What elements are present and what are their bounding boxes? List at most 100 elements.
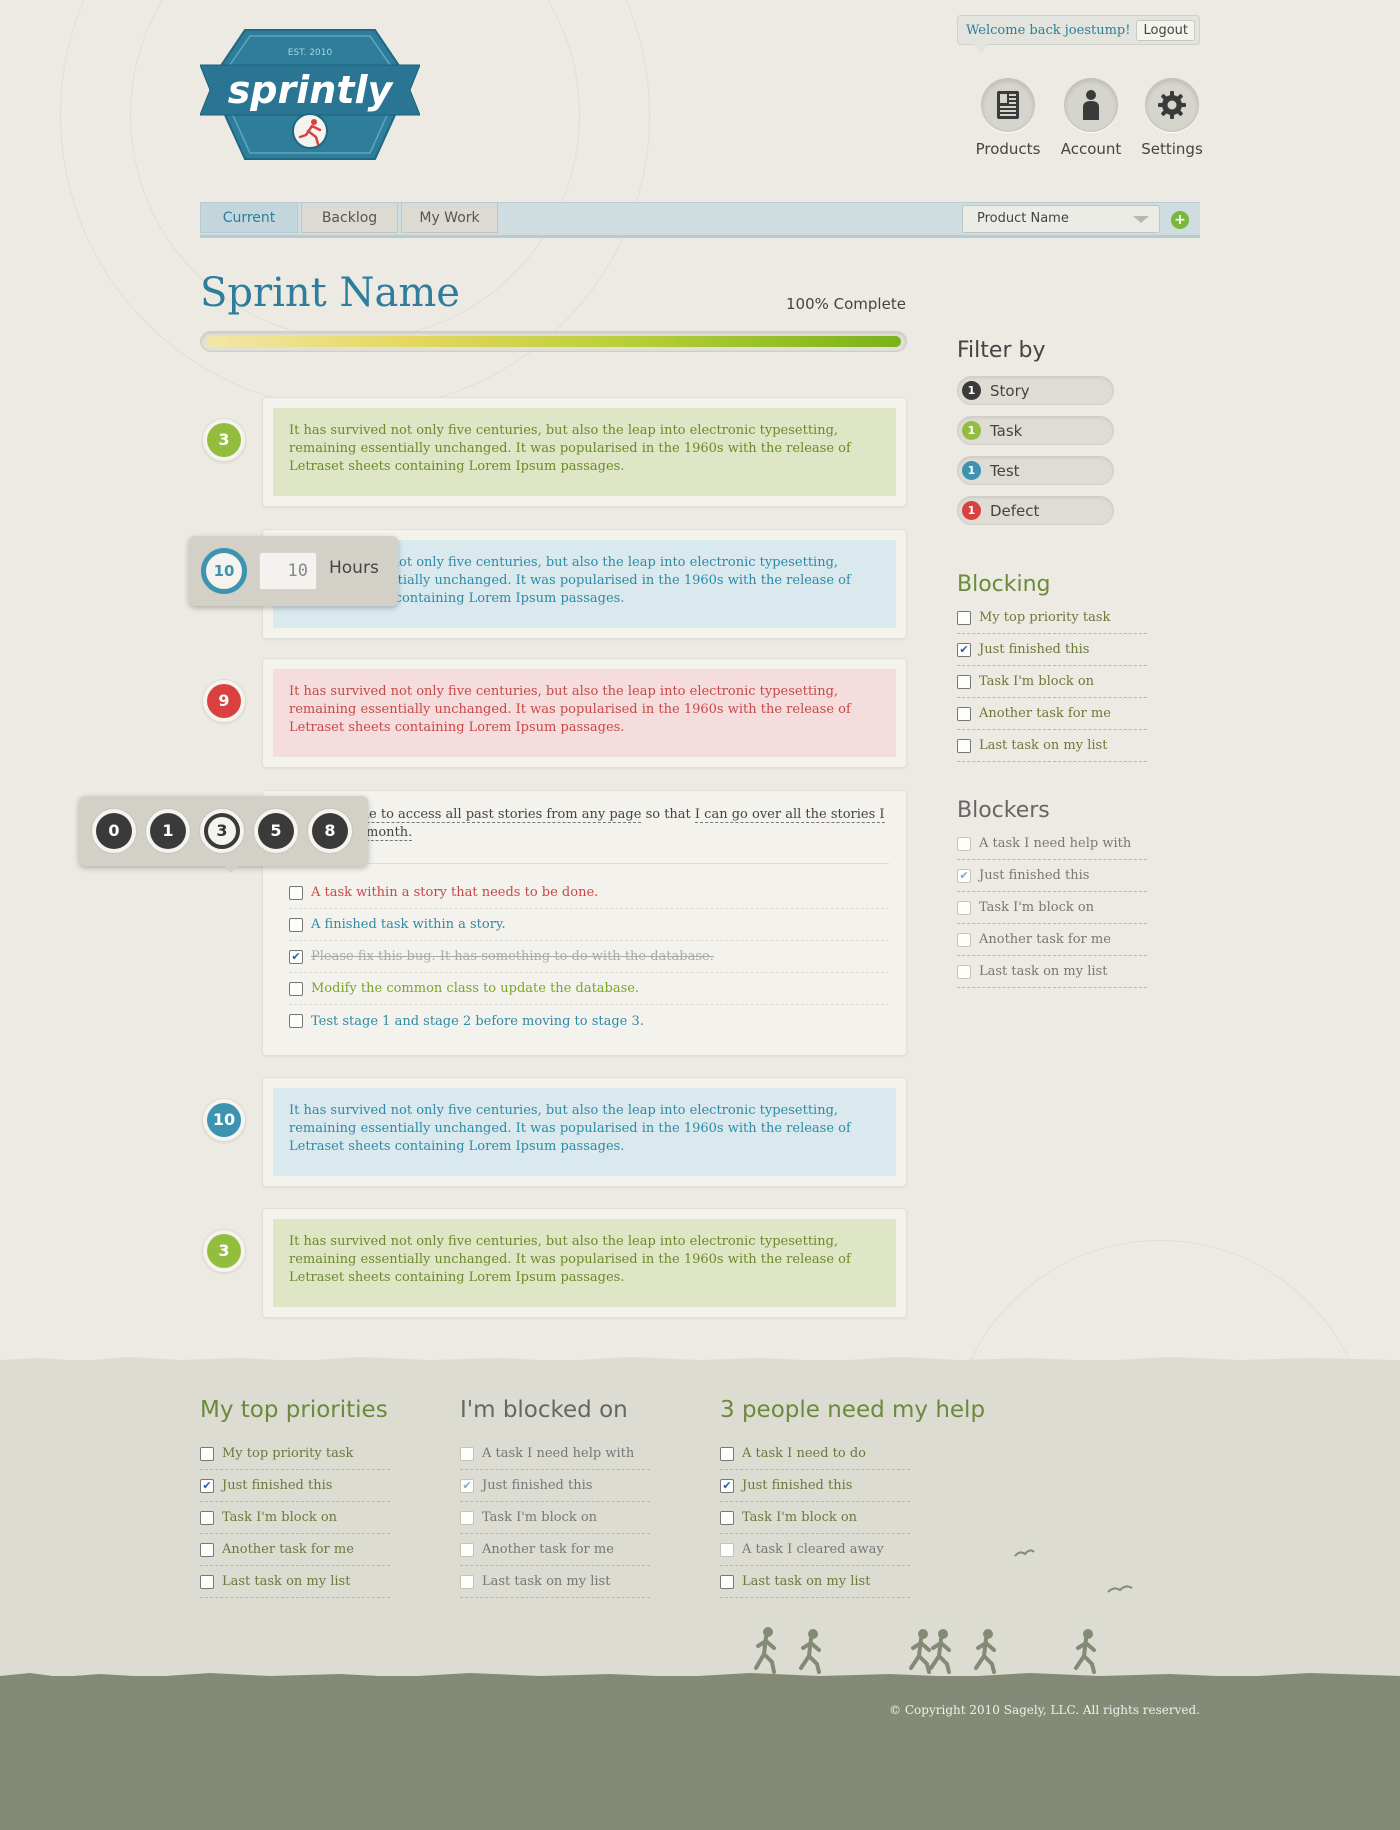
checkbox[interactable] xyxy=(460,1510,474,1525)
checkbox-checked[interactable]: ✔ xyxy=(200,1478,214,1493)
blockers-item[interactable]: A task I need help with xyxy=(957,828,1147,860)
story-card[interactable]: It has survived not only five centuries,… xyxy=(262,1208,907,1318)
checkbox[interactable] xyxy=(720,1510,734,1525)
points-value: 9 xyxy=(207,684,241,718)
story-card[interactable]: It has survived not only five centuries,… xyxy=(262,1077,907,1187)
footer-list-item[interactable]: A task I need help with xyxy=(460,1438,650,1470)
checkbox[interactable] xyxy=(460,1574,474,1589)
task-row[interactable]: Modify the common class to update the da… xyxy=(289,973,889,1005)
story-card[interactable]: It has survived not only five centuries,… xyxy=(262,658,907,768)
checkbox[interactable] xyxy=(289,917,303,932)
footer-list-item[interactable]: Task I'm block on xyxy=(460,1502,650,1534)
points-option-selected[interactable]: 3 xyxy=(199,808,245,854)
tab-backlog[interactable]: Backlog xyxy=(301,203,398,233)
footer-torn-edge xyxy=(0,1357,1400,1366)
checkbox[interactable] xyxy=(957,674,971,689)
points-option-value: 5 xyxy=(258,813,294,849)
footer-list-item[interactable]: Another task for me xyxy=(200,1534,390,1566)
checkbox[interactable] xyxy=(720,1574,734,1589)
checkbox-checked[interactable]: ✔ xyxy=(957,642,971,657)
checkbox[interactable] xyxy=(957,706,971,721)
nav-account[interactable]: Account xyxy=(1046,78,1136,158)
checkbox-checked[interactable]: ✔ xyxy=(720,1478,734,1493)
blockers-item[interactable]: Task I'm block on xyxy=(957,892,1147,924)
footer-list-item[interactable]: ✔ Just finished this xyxy=(460,1470,650,1502)
points-badge[interactable]: 10 xyxy=(201,548,247,594)
checkbox[interactable] xyxy=(200,1574,214,1589)
footer-list-item-label: Last task on my list xyxy=(222,1574,351,1589)
points-badge[interactable]: 3 xyxy=(202,418,246,462)
task-row[interactable]: A task within a story that needs to be d… xyxy=(289,877,889,909)
copyright-text: © Copyright 2010 Sagely, LLC. All rights… xyxy=(889,1703,1200,1717)
hours-input[interactable]: 10 xyxy=(259,552,317,590)
task-row[interactable]: A finished task within a story. xyxy=(289,909,889,941)
task-row[interactable]: ✔ Please fix this bug. It has something t… xyxy=(289,941,889,973)
footer-list-item[interactable]: Task I'm block on xyxy=(720,1502,910,1534)
blockers-item[interactable]: Last task on my list xyxy=(957,956,1147,988)
story-card[interactable]: It has survived not only five centuries,… xyxy=(262,397,907,507)
blocking-item[interactable]: Another task for me xyxy=(957,698,1147,730)
add-product-button[interactable]: + xyxy=(1171,211,1189,229)
task-row[interactable]: Test stage 1 and stage 2 before moving t… xyxy=(289,1005,889,1037)
filter-task[interactable]: 1 Task xyxy=(957,416,1114,445)
blocking-item[interactable]: ✔ Just finished this xyxy=(957,634,1147,666)
points-badge[interactable]: 9 xyxy=(202,679,246,723)
sprint-complete-label: 100% Complete xyxy=(786,295,906,313)
checkbox[interactable] xyxy=(957,900,971,915)
checkbox[interactable] xyxy=(200,1542,214,1557)
checkbox[interactable] xyxy=(957,836,971,851)
checkbox[interactable] xyxy=(720,1446,734,1461)
filter-story[interactable]: 1 Story xyxy=(957,376,1114,405)
nav-settings[interactable]: Settings xyxy=(1127,78,1217,158)
checkbox[interactable] xyxy=(957,964,971,979)
checkbox[interactable] xyxy=(289,1014,303,1028)
checkbox[interactable] xyxy=(460,1542,474,1557)
checkbox[interactable] xyxy=(200,1510,214,1525)
points-option[interactable]: 5 xyxy=(253,808,299,854)
filter-test[interactable]: 1 Test xyxy=(957,456,1114,485)
tab-my-work[interactable]: My Work xyxy=(401,203,498,233)
points-option[interactable]: 1 xyxy=(145,808,191,854)
footer-list-item-label: Just finished this xyxy=(482,1478,593,1493)
footer-list-item[interactable]: My top priority task xyxy=(200,1438,390,1470)
points-badge[interactable]: 10 xyxy=(202,1098,246,1142)
points-option[interactable]: 8 xyxy=(307,808,353,854)
footer-list-item-label: Just finished this xyxy=(742,1478,853,1493)
nav-products[interactable]: Products xyxy=(963,78,1053,158)
checkbox[interactable] xyxy=(289,885,303,900)
checkbox[interactable] xyxy=(957,738,971,753)
checkbox-checked[interactable]: ✔ xyxy=(957,868,971,883)
footer-list-item[interactable]: A task I need to do xyxy=(720,1438,910,1470)
checkbox[interactable] xyxy=(957,932,971,947)
footer-list-item[interactable]: Last task on my list xyxy=(460,1566,650,1598)
sprint-progress-bar xyxy=(200,331,907,352)
footer-list-item[interactable]: ✔ Just finished this xyxy=(720,1470,910,1502)
logout-button[interactable]: Logout xyxy=(1136,19,1195,41)
checkbox[interactable] xyxy=(720,1542,734,1557)
filter-defect[interactable]: 1 Defect xyxy=(957,496,1114,525)
product-select[interactable]: Product Name xyxy=(962,205,1160,233)
blockers-item[interactable]: ✔ Just finished this xyxy=(957,860,1147,892)
footer-list-item[interactable]: Another task for me xyxy=(460,1534,650,1566)
checkbox-checked[interactable]: ✔ xyxy=(289,949,303,964)
footer-list-item[interactable]: ✔ Just finished this xyxy=(200,1470,390,1502)
blocking-item[interactable]: Last task on my list xyxy=(957,730,1147,762)
checkbox[interactable] xyxy=(460,1446,474,1461)
footer-list-item[interactable]: Task I'm block on xyxy=(200,1502,390,1534)
checkbox-checked[interactable]: ✔ xyxy=(460,1478,474,1493)
blocking-item[interactable]: My top priority task xyxy=(957,602,1147,634)
points-badge[interactable]: 3 xyxy=(202,1229,246,1273)
nav-products-label: Products xyxy=(975,140,1041,158)
account-icon xyxy=(1064,78,1118,132)
sprintly-logo[interactable]: EST. 2010 sprintly xyxy=(200,27,420,162)
points-option[interactable]: 0 xyxy=(91,808,137,854)
story-goal-end: month. xyxy=(366,825,413,841)
blocking-item[interactable]: Task I'm block on xyxy=(957,666,1147,698)
tab-current[interactable]: Current xyxy=(200,203,298,233)
checkbox[interactable] xyxy=(200,1446,214,1461)
footer-list-item[interactable]: Last task on my list xyxy=(200,1566,390,1598)
blockers-item[interactable]: Another task for me xyxy=(957,924,1147,956)
task-label: Please fix this bug. It has something to… xyxy=(311,949,714,964)
checkbox[interactable] xyxy=(289,981,303,996)
checkbox[interactable] xyxy=(957,610,971,625)
